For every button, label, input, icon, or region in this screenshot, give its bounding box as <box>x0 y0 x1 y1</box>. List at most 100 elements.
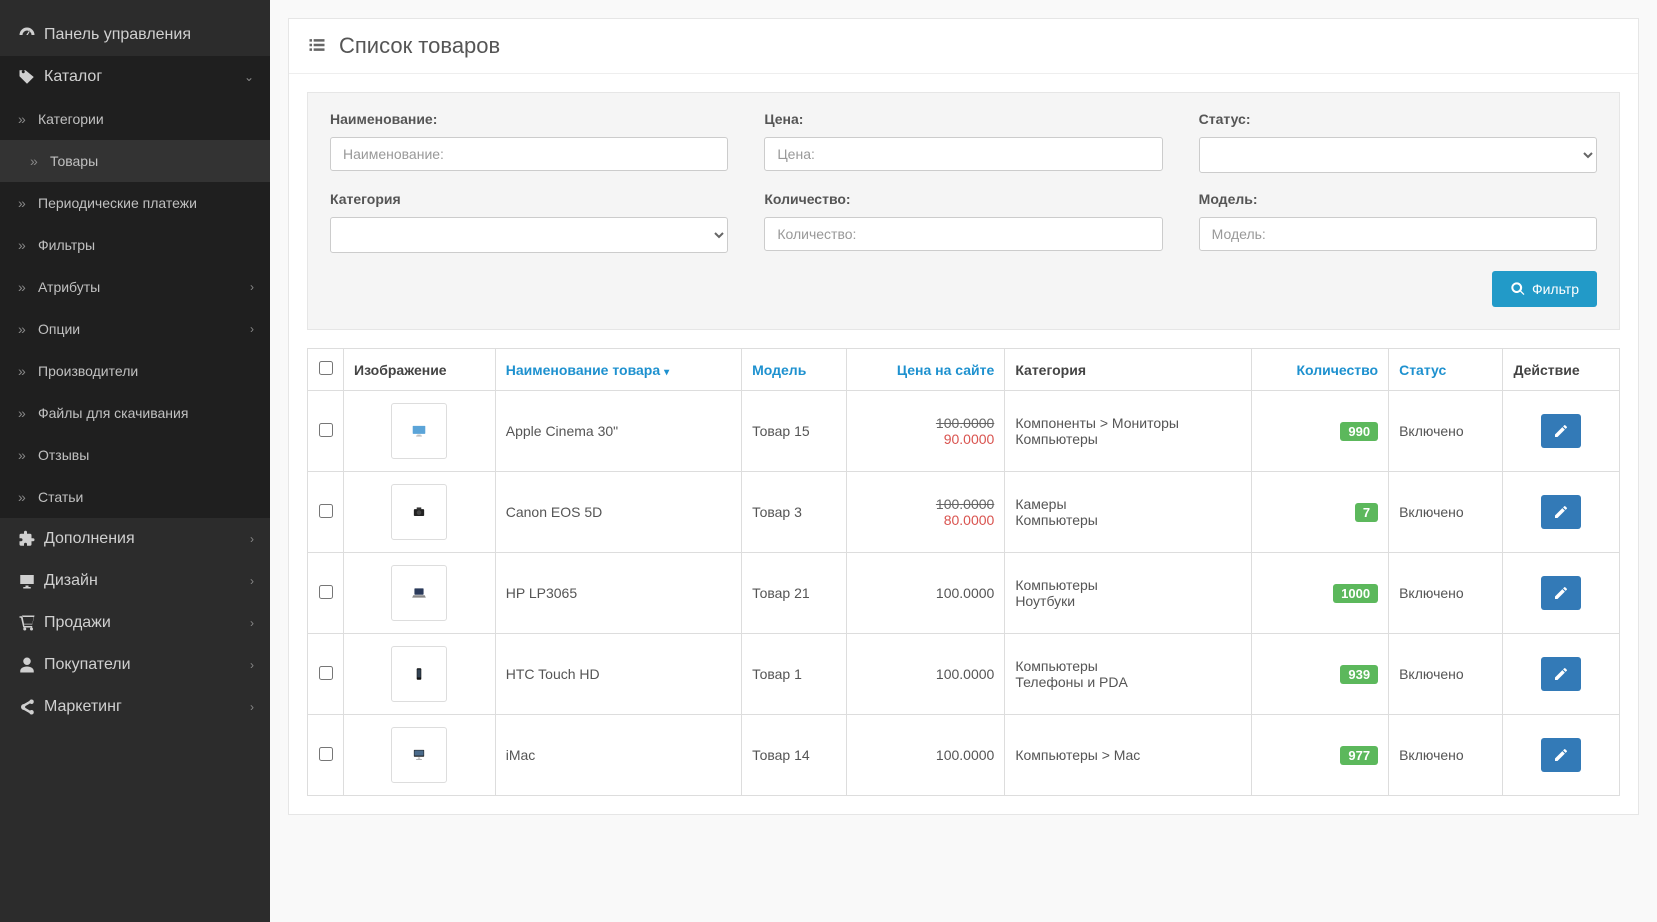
product-thumb <box>391 403 447 459</box>
filter-price-label: Цена: <box>764 111 1162 127</box>
quantity-badge: 1000 <box>1333 584 1378 603</box>
sidebar-sub-item-0[interactable]: »Категории <box>0 98 270 140</box>
sidebar-sub-item-9[interactable]: »Статьи <box>0 476 270 518</box>
cell-model: Товар 14 <box>742 715 847 796</box>
cell-quantity: 939 <box>1252 634 1389 715</box>
sidebar-item-5[interactable]: Покупатели› <box>0 644 270 686</box>
cell-name: iMac <box>495 715 741 796</box>
category-line: Компьютеры <box>1015 658 1241 674</box>
col-model[interactable]: Модель <box>742 349 847 391</box>
cell-status: Включено <box>1389 634 1503 715</box>
share-icon <box>18 698 44 716</box>
sidebar-sub-item-5[interactable]: »Опции› <box>0 308 270 350</box>
sidebar-item-label: Маркетинг <box>44 698 122 716</box>
chevron-right-icon: › <box>250 322 254 336</box>
filter-status-select[interactable] <box>1199 137 1597 173</box>
chevron-right-icon: › <box>250 700 254 714</box>
row-checkbox[interactable] <box>319 504 333 518</box>
edit-button[interactable] <box>1541 414 1581 448</box>
filter-button-label: Фильтр <box>1532 281 1579 297</box>
sidebar-sub-item-3[interactable]: »Фильтры <box>0 224 270 266</box>
raquo-icon: » <box>18 195 38 211</box>
table-row: iMac Товар 14 100.0000 Компьютеры > Mac … <box>308 715 1620 796</box>
pencil-icon <box>1553 747 1569 763</box>
row-checkbox[interactable] <box>319 666 333 680</box>
price-new: 80.0000 <box>857 512 994 528</box>
sidebar-item-0[interactable]: Панель управления <box>0 14 270 56</box>
filter-model-input[interactable] <box>1199 217 1597 251</box>
price: 100.0000 <box>857 585 994 601</box>
sidebar-item-label: Дополнения <box>44 530 135 548</box>
filter-name-input[interactable] <box>330 137 728 171</box>
products-table: Изображение Наименование товара▾ Модель … <box>307 348 1620 796</box>
filter-box: Наименование: Цена: Статус: Категория <box>307 92 1620 330</box>
sidebar-sub-item-8[interactable]: »Отзывы <box>0 434 270 476</box>
row-checkbox[interactable] <box>319 585 333 599</box>
cell-status: Включено <box>1389 553 1503 634</box>
cell-price: 100.0000 <box>847 715 1005 796</box>
sidebar-sub-label: Файлы для скачивания <box>38 405 188 421</box>
raquo-icon: » <box>18 279 38 295</box>
price-old: 100.0000 <box>857 496 994 512</box>
raquo-icon: » <box>18 405 38 421</box>
cell-status: Включено <box>1389 391 1503 472</box>
chevron-down-icon: ⌄ <box>244 70 254 84</box>
sidebar-item-label: Покупатели <box>44 656 131 674</box>
sidebar-sub-item-1[interactable]: »Товары <box>0 140 270 182</box>
category-line: Компьютеры <box>1015 512 1241 528</box>
cell-quantity: 990 <box>1252 391 1389 472</box>
sidebar-item-2[interactable]: Дополнения› <box>0 518 270 560</box>
col-name[interactable]: Наименование товара▾ <box>495 349 741 391</box>
sidebar-item-6[interactable]: Маркетинг › <box>0 686 270 728</box>
quantity-badge: 977 <box>1340 746 1378 765</box>
sidebar-sub-label: Статьи <box>38 489 83 505</box>
sidebar-sub-label: Периодические платежи <box>38 195 197 211</box>
col-price[interactable]: Цена на сайте <box>847 349 1005 391</box>
main-content: Список товаров Наименование: Цена: Стату… <box>270 0 1657 922</box>
edit-button[interactable] <box>1541 576 1581 610</box>
edit-button[interactable] <box>1541 657 1581 691</box>
sidebar-sub-label: Фильтры <box>38 237 95 253</box>
sidebar-sub-item-2[interactable]: »Периодические платежи <box>0 182 270 224</box>
sidebar: Панель управления Каталог ⌄ »Категории»Това… <box>0 0 270 922</box>
product-thumb <box>391 646 447 702</box>
products-panel: Список товаров Наименование: Цена: Стату… <box>288 18 1639 815</box>
sidebar-item-label: Каталог <box>44 68 102 86</box>
sidebar-sub-item-4[interactable]: »Атрибуты› <box>0 266 270 308</box>
col-quantity[interactable]: Количество <box>1252 349 1389 391</box>
filter-quantity-input[interactable] <box>764 217 1162 251</box>
pencil-icon <box>1553 504 1569 520</box>
col-status[interactable]: Статус <box>1389 349 1503 391</box>
row-checkbox[interactable] <box>319 747 333 761</box>
search-icon <box>1510 281 1526 297</box>
row-checkbox[interactable] <box>319 423 333 437</box>
sidebar-sub-item-6[interactable]: »Производители <box>0 350 270 392</box>
filter-button[interactable]: Фильтр <box>1492 271 1597 307</box>
table-row: HTC Touch HD Товар 1 100.0000 Компьютеры… <box>308 634 1620 715</box>
cart-icon <box>18 614 44 632</box>
category-line: Компьютеры <box>1015 431 1241 447</box>
sidebar-item-1[interactable]: Каталог ⌄ <box>0 56 270 98</box>
edit-button[interactable] <box>1541 738 1581 772</box>
sidebar-item-4[interactable]: Продажи› <box>0 602 270 644</box>
sidebar-sub-label: Опции <box>38 321 80 337</box>
col-category: Категория <box>1005 349 1252 391</box>
sidebar-sub-label: Производители <box>38 363 138 379</box>
select-all-checkbox[interactable] <box>319 361 333 375</box>
sidebar-item-3[interactable]: Дизайн› <box>0 560 270 602</box>
sidebar-item-label: Панель управления <box>44 26 191 44</box>
pencil-icon <box>1553 423 1569 439</box>
edit-button[interactable] <box>1541 495 1581 529</box>
sidebar-item-label: Дизайн <box>44 572 98 590</box>
cell-model: Товар 3 <box>742 472 847 553</box>
cell-price: 100.000080.0000 <box>847 472 1005 553</box>
price-new: 90.0000 <box>857 431 994 447</box>
panel-header: Список товаров <box>289 19 1638 74</box>
category-line: Ноутбуки <box>1015 593 1241 609</box>
filter-price-input[interactable] <box>764 137 1162 171</box>
sidebar-sub-item-7[interactable]: »Файлы для скачивания <box>0 392 270 434</box>
puzzle-icon <box>18 530 44 548</box>
filter-category-select[interactable] <box>330 217 728 253</box>
sidebar-submenu: »Категории»Товары»Периодические платежи»… <box>0 98 270 518</box>
category-line: Компьютеры <box>1015 577 1241 593</box>
